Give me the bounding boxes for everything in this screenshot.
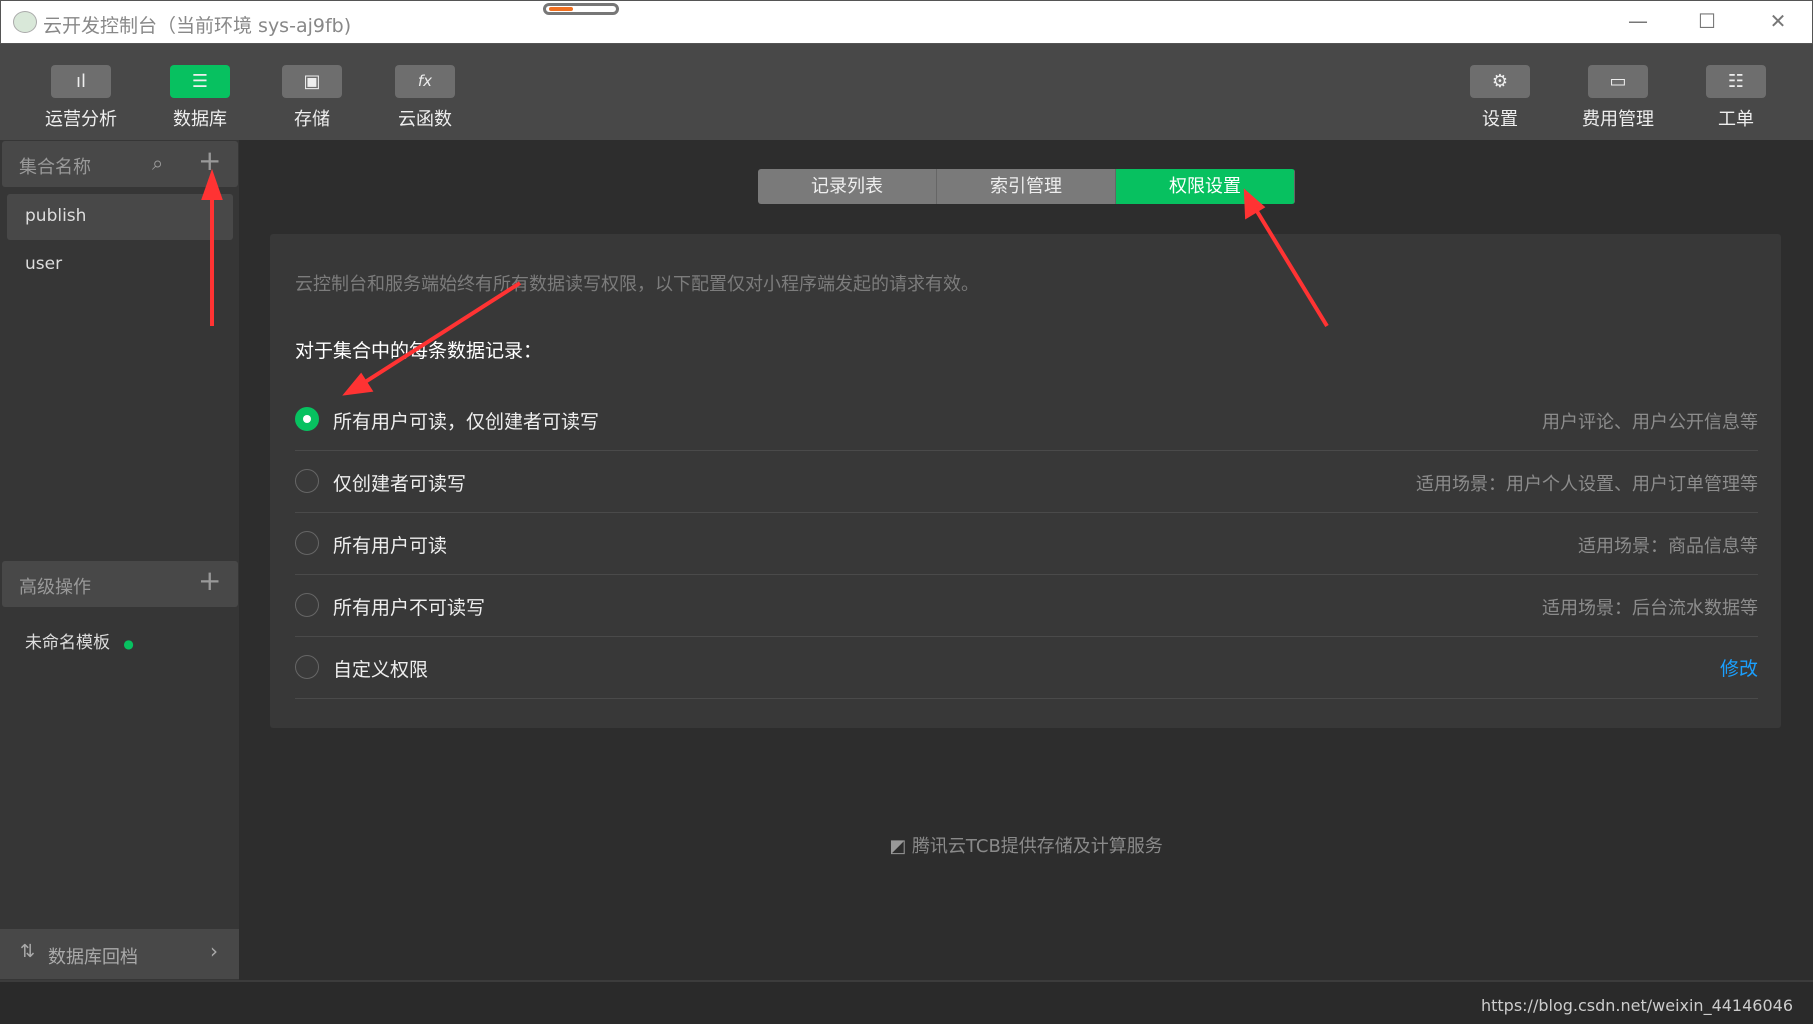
radio-selected[interactable] [295, 407, 319, 431]
toolbar-analytics[interactable]: ıl 运营分析 [26, 65, 136, 131]
main-content: 记录列表 索引管理 权限设置 云控制台和服务端始终有所有数据读写权限，以下配置仅… [239, 140, 1813, 980]
toolbar-settings[interactable]: ⚙ 设置 [1445, 65, 1555, 131]
template-item[interactable]: 未命名模板 ● [7, 616, 233, 662]
minimize-button[interactable]: — [1618, 9, 1658, 37]
status-bar: https://blog.csdn.net/weixin_44146046 [0, 980, 1813, 1024]
permission-option[interactable]: 所有用户可读，仅创建者可读写 用户评论、用户公开信息等 [295, 389, 1758, 451]
ticket-icon: ▭ [1588, 65, 1648, 98]
function-icon: fx [395, 65, 455, 98]
radio[interactable] [295, 655, 319, 679]
close-button[interactable]: ✕ [1758, 9, 1798, 37]
collection-item-user[interactable]: user [7, 242, 233, 288]
watermark-url: https://blog.csdn.net/weixin_44146046 [1480, 996, 1793, 1015]
floppy-disk-icon: ▣ [282, 65, 342, 98]
toolbar-database[interactable]: ☰ 数据库 [145, 65, 255, 131]
permission-option[interactable]: 仅创建者可读写 适用场景：用户个人设置、用户订单管理等 [295, 451, 1758, 513]
radio[interactable] [295, 593, 319, 617]
window-title: 云开发控制台（当前环境 sys-aj9fb) [43, 15, 352, 37]
status-dot: ● [123, 637, 134, 651]
toolbar-tickets[interactable]: ☷ 工单 [1681, 65, 1791, 131]
database-icon: ☰ [170, 65, 230, 98]
tab-records[interactable]: 记录列表 [758, 169, 937, 204]
loading-indicator [543, 3, 619, 15]
sort-arrows-icon: ⇅ [20, 941, 36, 962]
search-icon[interactable]: ⌕ [152, 151, 163, 175]
footer: ◩ 腾讯云TCB提供存储及计算服务 [889, 836, 1163, 857]
radio[interactable] [295, 469, 319, 493]
tab-permissions[interactable]: 权限设置 [1116, 169, 1295, 204]
maximize-button[interactable]: ☐ [1687, 9, 1727, 37]
edit-custom-permission-link[interactable]: 修改 [1720, 654, 1758, 681]
permissions-heading: 对于集合中的每条数据记录： [295, 340, 543, 362]
title-bar: 云开发控制台（当前环境 sys-aj9fb) — ☐ ✕ [0, 0, 1813, 44]
gear-icon: ⚙ [1470, 65, 1530, 98]
toolbar-storage[interactable]: ▣ 存储 [257, 65, 367, 131]
permission-option[interactable]: 自定义权限 修改 [295, 637, 1758, 699]
tab-bar: 记录列表 索引管理 权限设置 [758, 169, 1295, 204]
permission-option[interactable]: 所有用户可读 适用场景：商品信息等 [295, 513, 1758, 575]
add-template-button[interactable]: + [198, 564, 221, 597]
permission-option[interactable]: 所有用户不可读写 适用场景：后台流水数据等 [295, 575, 1758, 637]
tab-indexes[interactable]: 索引管理 [937, 169, 1116, 204]
collection-item-publish[interactable]: publish [7, 194, 233, 240]
toolbar-billing[interactable]: ▭ 费用管理 [1563, 65, 1673, 131]
bar-chart-icon: ıl [51, 65, 111, 98]
permissions-panel: 云控制台和服务端始终有所有数据读写权限，以下配置仅对小程序端发起的请求有效。 对… [270, 234, 1781, 728]
add-collection-button[interactable]: + [198, 144, 221, 177]
sidebar: 集合名称 ⌕ + publish user 高级操作 + 未命名模板 ● ⇅ 数… [0, 140, 239, 980]
ticket-question-icon: ☷ [1706, 65, 1766, 98]
permissions-info: 云控制台和服务端始终有所有数据读写权限，以下配置仅对小程序端发起的请求有效。 [295, 274, 979, 295]
advanced-header: 高级操作 + [2, 561, 238, 607]
tencent-cloud-icon: ◩ [889, 836, 907, 857]
database-rollback-button[interactable]: ⇅ 数据库回档 › [0, 929, 239, 979]
app-logo-icon [13, 11, 37, 33]
collections-header: 集合名称 ⌕ + [2, 141, 238, 187]
toolbar: ıl 运营分析 ☰ 数据库 ▣ 存储 fx 云函数 ⚙ 设置 ▭ 费用管理 ☷ 工单 [0, 44, 1813, 140]
radio[interactable] [295, 531, 319, 555]
toolbar-functions[interactable]: fx 云函数 [370, 65, 480, 131]
chevron-right-icon: › [210, 939, 218, 963]
